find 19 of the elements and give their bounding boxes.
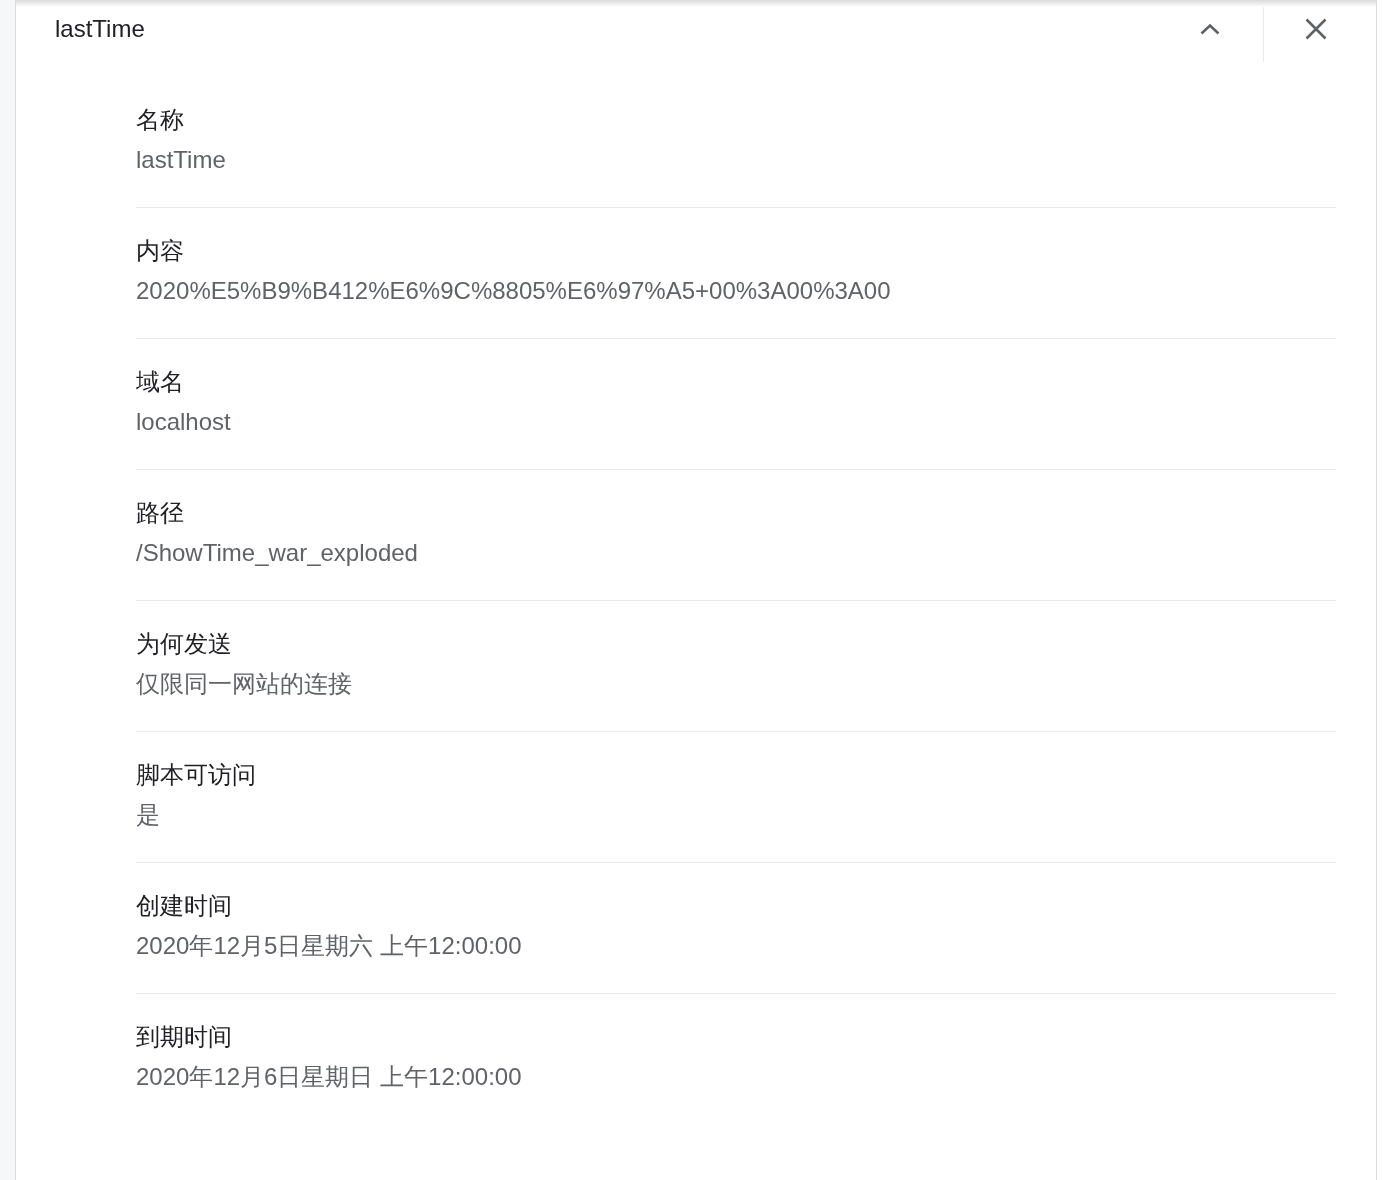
field-label: 路径 (136, 498, 184, 528)
field-label: 为何发送 (136, 629, 232, 659)
field-value: 2020年12月5日星期六 上午12:00:00 (136, 931, 522, 961)
field-label: 域名 (136, 367, 184, 397)
field-label: 名称 (136, 105, 184, 135)
field-value: localhost (136, 407, 231, 437)
field-label: 内容 (136, 236, 184, 266)
close-icon (1305, 18, 1327, 40)
field-label: 创建时间 (136, 891, 232, 921)
field-value: 2020年12月6日星期日 上午12:00:00 (136, 1062, 522, 1092)
field-label: 脚本可访问 (136, 760, 256, 790)
field-value: 是 (136, 800, 160, 830)
field-label: 到期时间 (136, 1022, 232, 1052)
field-value: 仅限同一网站的连接 (136, 669, 352, 699)
field-value: 2020%E5%B9%B412%E6%9C%8805%E6%97%A5+00%3A00%3A00 (136, 276, 891, 306)
chevron-up-icon (1200, 23, 1220, 35)
cookie-title: lastTime (55, 14, 146, 44)
field-value: lastTime (136, 145, 226, 175)
field-value: /ShowTime_war_exploded (136, 538, 418, 568)
